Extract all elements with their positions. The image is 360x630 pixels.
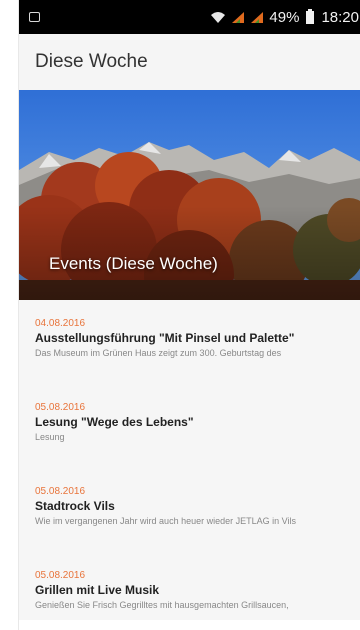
event-description: Genießen Sie Frisch Gegrilltes mit hausg… bbox=[35, 600, 289, 610]
device-bezel bbox=[0, 0, 18, 630]
event-title: Stadtrock Vils bbox=[35, 499, 115, 513]
hero-title: Events (Diese Woche) bbox=[49, 254, 218, 273]
event-title: Lesung "Wege des Lebens" bbox=[35, 415, 194, 429]
app-screen: 49% 18:20 Diese Woche Events (Diese Woch… bbox=[18, 0, 360, 630]
list-item[interactable]: 05.08.2016 Grillen mit Live Musik Genieß… bbox=[19, 552, 360, 630]
wifi-icon bbox=[211, 11, 226, 23]
phone-frame: 49% 18:20 Diese Woche Events (Diese Woch… bbox=[0, 0, 360, 630]
notification-icon bbox=[29, 12, 40, 22]
signal-icon-2 bbox=[251, 11, 264, 23]
battery-icon bbox=[306, 8, 315, 24]
battery-percent: 49% bbox=[269, 8, 300, 26]
event-list: 04.08.2016 Ausstellungsführung "Mit Pins… bbox=[19, 300, 360, 630]
hero-banner[interactable]: Events (Diese Woche) bbox=[19, 90, 360, 300]
event-title: Grillen mit Live Musik bbox=[35, 583, 160, 597]
event-date: 05.08.2016 bbox=[35, 402, 86, 413]
status-indicators: 49% 18:20 bbox=[210, 8, 359, 26]
list-item[interactable]: 04.08.2016 Ausstellungsführung "Mit Pins… bbox=[19, 300, 360, 384]
event-description: Wie im vergangenen Jahr wird auch heuer … bbox=[35, 516, 296, 526]
event-description: Das Museum im Grünen Haus zeigt zum 300.… bbox=[35, 348, 282, 358]
list-item[interactable]: 05.08.2016 Lesung "Wege des Lebens" Lesu… bbox=[19, 384, 360, 468]
signal-icon bbox=[232, 11, 245, 23]
page-title: Diese Woche bbox=[35, 51, 148, 72]
status-bar: 49% 18:20 bbox=[19, 0, 360, 34]
list-item[interactable]: 05.08.2016 Stadtrock Vils Wie im vergang… bbox=[19, 468, 360, 552]
event-date: 05.08.2016 bbox=[35, 486, 86, 497]
event-description: Lesung bbox=[35, 432, 65, 442]
event-title: Ausstellungsführung "Mit Pinsel und Pale… bbox=[35, 331, 295, 345]
event-date: 05.08.2016 bbox=[35, 570, 86, 581]
bottom-edge bbox=[19, 620, 360, 630]
app-bar: Diese Woche bbox=[19, 34, 360, 90]
event-date: 04.08.2016 bbox=[35, 318, 86, 329]
clock: 18:20 bbox=[321, 8, 359, 26]
